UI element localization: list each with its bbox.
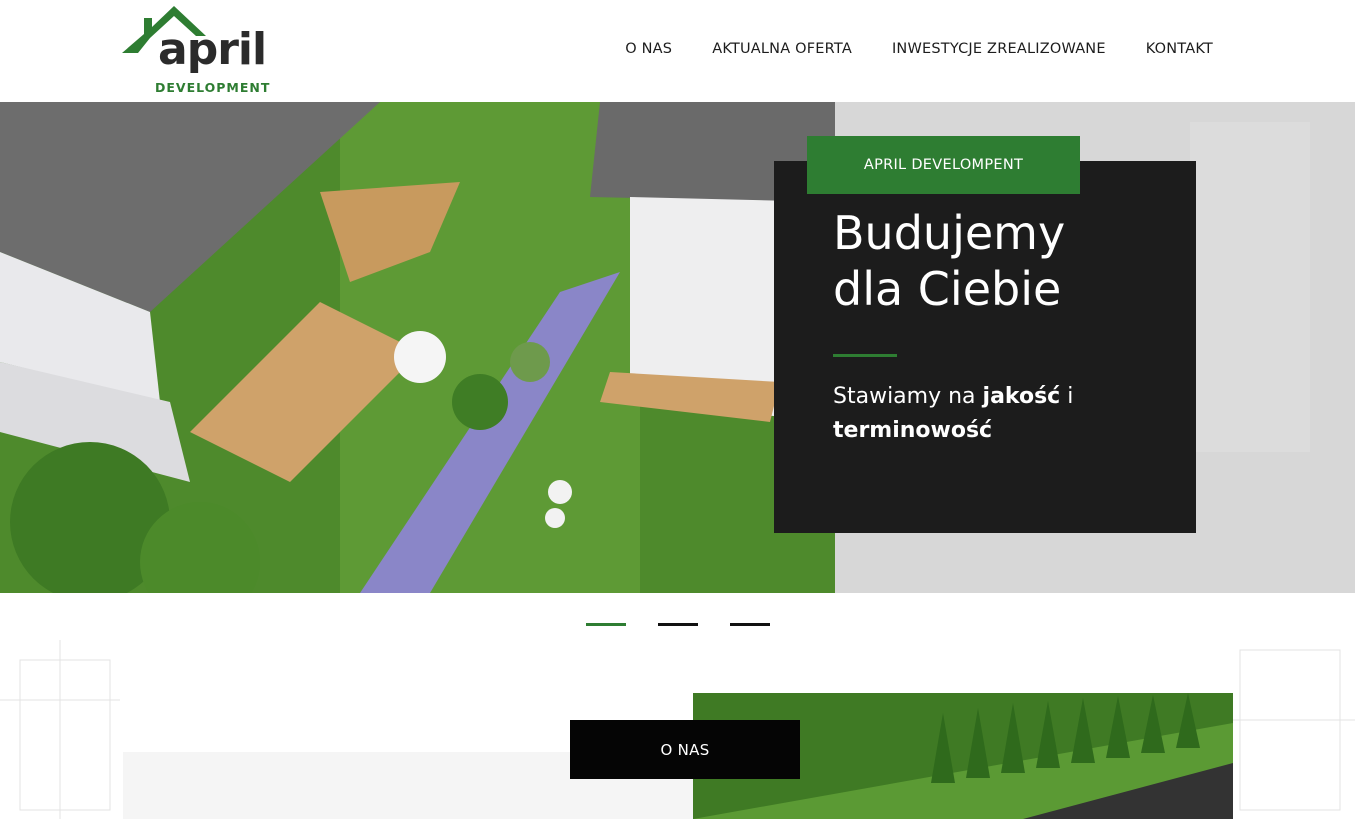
hero-divider [833, 354, 897, 357]
nav-item-inwestycje-zrealizowane[interactable]: INWESTYCJE ZREALIZOWANE [892, 41, 1106, 57]
slider-pagination [586, 623, 770, 626]
about-button[interactable]: O NAS [570, 720, 800, 779]
hero-title: Budujemy dla Ciebie [833, 205, 1173, 317]
hero-subtitle-mid: i [1060, 384, 1074, 409]
nav-item-kontakt[interactable]: KONTAKT [1146, 41, 1213, 57]
hero-tag: APRIL DEVELOMPENT [807, 136, 1080, 194]
slider-dot-2[interactable] [658, 623, 698, 626]
logo[interactable]: april DEVELOPMENT [122, 4, 271, 96]
hero-title-line2: dla Ciebie [833, 262, 1062, 316]
slider-dot-1[interactable] [586, 623, 626, 626]
main-nav: O NAS AKTUALNA OFERTA INWESTYCJE ZREALIZ… [625, 41, 1213, 57]
hero-subtitle-pre: Stawiamy na [833, 384, 983, 409]
logo-wordmark: april [158, 24, 267, 75]
nav-item-aktualna-oferta[interactable]: AKTUALNA OFERTA [712, 41, 852, 57]
slider-dot-3[interactable] [730, 623, 770, 626]
site-header: april DEVELOPMENT O NAS AKTUALNA OFERTA … [0, 0, 1355, 102]
nav-item-o-nas[interactable]: O NAS [625, 41, 672, 57]
hero-subtitle: Stawiamy na jakość i terminowość [833, 380, 1133, 448]
hero-subtitle-bold2: terminowość [833, 418, 993, 443]
hero-subtitle-bold1: jakość [982, 384, 1061, 409]
logo-subtitle: DEVELOPMENT [155, 80, 271, 95]
hero-title-line1: Budujemy [833, 206, 1066, 260]
